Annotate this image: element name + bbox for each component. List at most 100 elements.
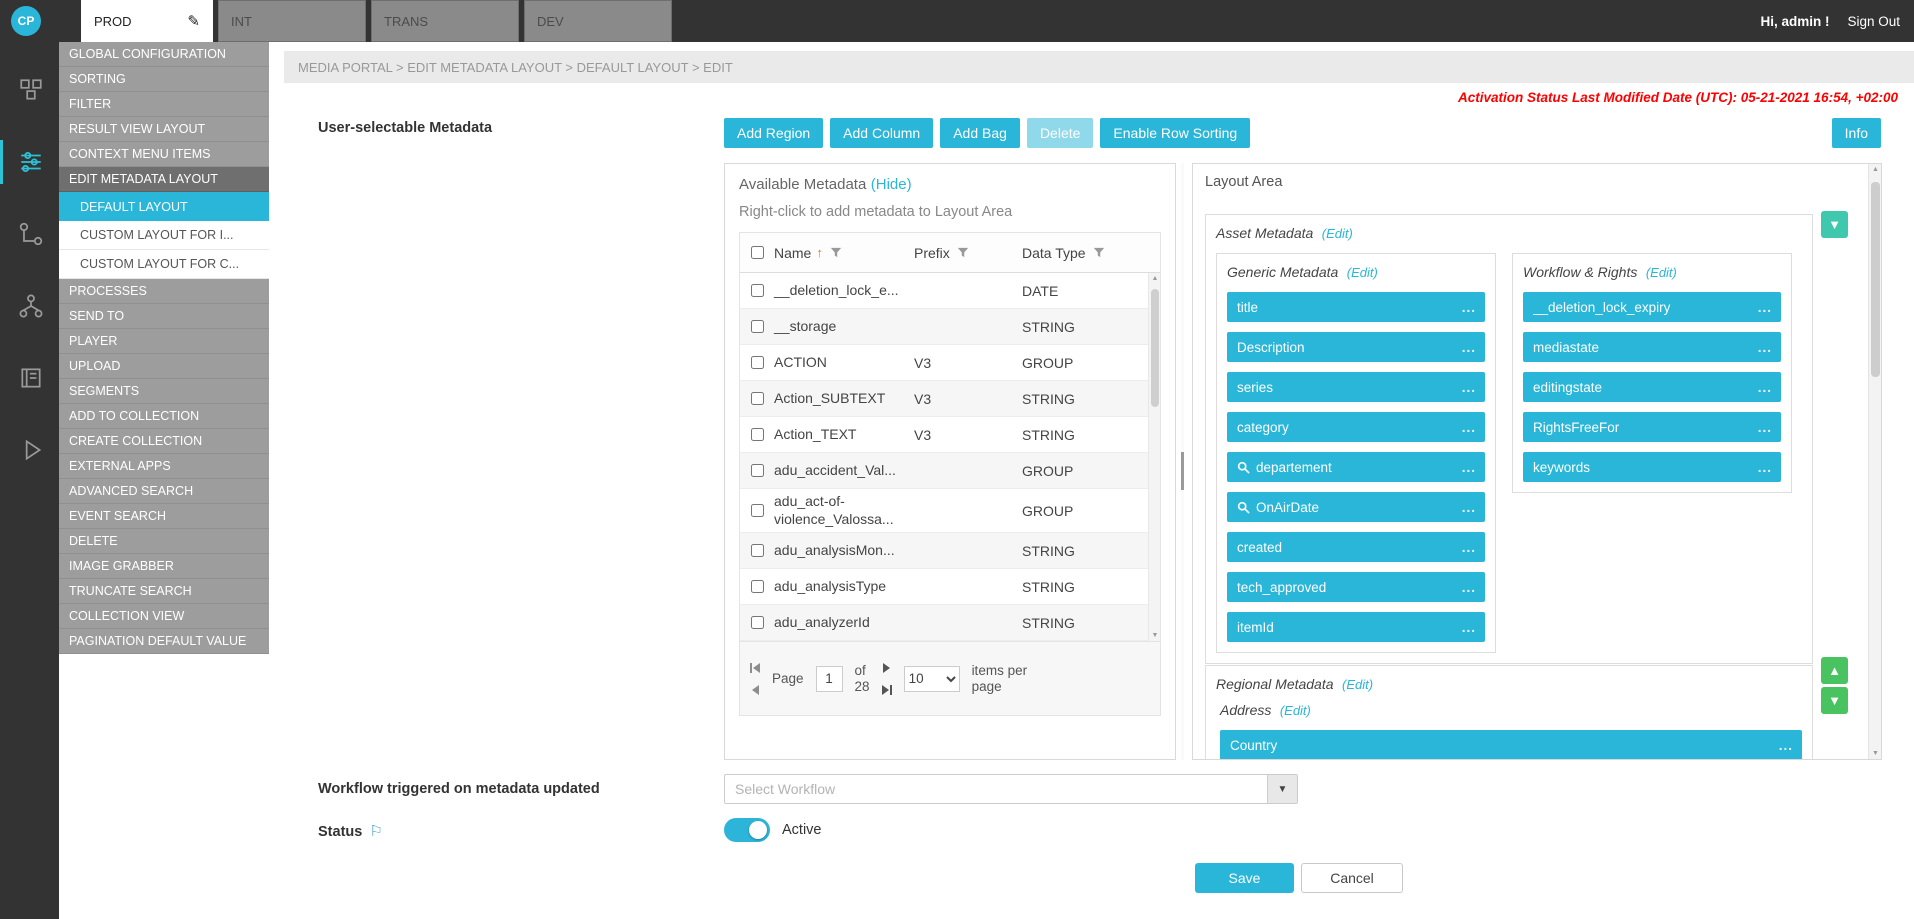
metadata-chip[interactable]: OnAirDate ... (1227, 492, 1485, 522)
sidebar-item[interactable]: CREATE COLLECTION (59, 429, 269, 454)
scroll-down-icon[interactable]: ▼ (1869, 750, 1882, 757)
metadata-chip[interactable]: departement ... (1227, 452, 1485, 482)
sidebar-item[interactable]: CUSTOM LAYOUT FOR C... (59, 250, 269, 279)
previous-page-button[interactable] (752, 685, 759, 695)
move-region-down-button[interactable]: ▼ (1821, 687, 1848, 714)
sidebar-item[interactable]: PROCESSES (59, 279, 269, 304)
metadata-chip[interactable]: title ... (1227, 292, 1485, 322)
page-number-input[interactable] (816, 666, 843, 692)
sidebar-item[interactable]: RESULT VIEW LAYOUT (59, 117, 269, 142)
chip-menu-icon[interactable]: ... (1758, 380, 1772, 395)
filter-icon[interactable] (830, 247, 842, 259)
row-checkbox[interactable] (751, 428, 764, 441)
column-header-name[interactable]: Name (774, 245, 811, 261)
row-checkbox[interactable] (751, 580, 764, 593)
row-checkbox[interactable] (751, 616, 764, 629)
page-size-select[interactable]: 10 (904, 666, 960, 692)
select-all-checkbox[interactable] (751, 246, 764, 259)
row-checkbox[interactable] (751, 464, 764, 477)
metadata-chip[interactable]: __deletion_lock_expiry ... (1523, 292, 1781, 322)
metadata-chip[interactable]: category ... (1227, 412, 1485, 442)
info-button[interactable]: Info (1832, 118, 1881, 148)
assets-icon[interactable] (0, 68, 59, 112)
add-column-button[interactable]: Add Column (830, 118, 933, 148)
sidebar-item[interactable]: FILTER (59, 92, 269, 117)
edit-link[interactable]: (Edit) (1280, 703, 1311, 718)
add-region-button[interactable]: Add Region (724, 118, 823, 148)
scroll-down-icon[interactable]: ▼ (1149, 632, 1161, 639)
process-icon[interactable] (0, 212, 59, 256)
metadata-chip[interactable]: itemId ... (1227, 612, 1485, 642)
metadata-chip[interactable]: RightsFreeFor ... (1523, 412, 1781, 442)
table-row[interactable]: __deletion_lock_e... DATE (740, 273, 1148, 309)
chip-menu-icon[interactable]: ... (1758, 460, 1772, 475)
last-page-button[interactable] (882, 685, 892, 695)
grid-scrollbar[interactable]: ▲ ▼ (1148, 273, 1160, 641)
chip-menu-icon[interactable]: ... (1462, 420, 1476, 435)
chip-menu-icon[interactable]: ... (1758, 340, 1772, 355)
sidebar-item[interactable]: COLLECTION VIEW (59, 604, 269, 629)
row-checkbox[interactable] (751, 356, 764, 369)
sidebar-item[interactable]: IMAGE GRABBER (59, 554, 269, 579)
environment-tab[interactable]: INT ✎ (218, 0, 366, 42)
layout-scrollbar[interactable]: ▲ ▼ (1868, 164, 1881, 759)
environment-tab[interactable]: DEV ✎ (524, 0, 672, 42)
row-checkbox[interactable] (751, 544, 764, 557)
sidebar-item[interactable]: SEND TO (59, 304, 269, 329)
move-section-down-button[interactable]: ▼ (1821, 211, 1848, 238)
chip-menu-icon[interactable]: ... (1462, 460, 1476, 475)
table-row[interactable]: adu_accident_Val... GROUP (740, 453, 1148, 489)
sidebar-item[interactable]: SORTING (59, 67, 269, 92)
sidebar-item[interactable]: CUSTOM LAYOUT FOR I... (59, 221, 269, 250)
sidebar-item[interactable]: CONTEXT MENU ITEMS (59, 142, 269, 167)
app-logo[interactable]: CP (11, 6, 41, 36)
hide-link[interactable]: (Hide) (871, 176, 912, 193)
chip-menu-icon[interactable]: ... (1462, 540, 1476, 555)
sign-out-link[interactable]: Sign Out (1847, 14, 1900, 29)
metadata-chip[interactable]: tech_approved ... (1227, 572, 1485, 602)
sidebar-item[interactable]: UPLOAD (59, 354, 269, 379)
environment-tab[interactable]: PROD ✎ (81, 0, 213, 42)
sidebar-item[interactable]: DEFAULT LAYOUT (59, 192, 269, 221)
catalog-icon[interactable] (0, 356, 59, 400)
admin-config-icon[interactable] (0, 140, 59, 184)
chip-menu-icon[interactable]: ... (1462, 380, 1476, 395)
row-checkbox[interactable] (751, 320, 764, 333)
metadata-chip[interactable]: mediastate ... (1523, 332, 1781, 362)
metadata-chip[interactable]: keywords ... (1523, 452, 1781, 482)
hierarchy-icon[interactable] (0, 284, 59, 328)
sidebar-item[interactable]: PAGINATION DEFAULT VALUE (59, 629, 269, 654)
enable-row-sorting-button[interactable]: Enable Row Sorting (1100, 118, 1250, 148)
table-row[interactable]: Action_TEXT V3 STRING (740, 417, 1148, 453)
chip-menu-icon[interactable]: ... (1758, 420, 1772, 435)
chevron-down-icon[interactable]: ▼ (1267, 775, 1297, 803)
sidebar-item[interactable]: ADD TO COLLECTION (59, 404, 269, 429)
sidebar-item[interactable]: EDIT METADATA LAYOUT (59, 167, 269, 192)
save-button[interactable]: Save (1195, 863, 1294, 893)
sidebar-item[interactable]: PLAYER (59, 329, 269, 354)
scrollbar-thumb[interactable] (1151, 289, 1159, 407)
cancel-button[interactable]: Cancel (1301, 863, 1403, 893)
edit-link[interactable]: (Edit) (1646, 265, 1677, 280)
column-header-datatype[interactable]: Data Type (1022, 245, 1086, 261)
column-header-prefix[interactable]: Prefix (914, 245, 950, 261)
splitter-handle[interactable] (1181, 452, 1184, 490)
metadata-chip[interactable]: editingstate ... (1523, 372, 1781, 402)
player-icon[interactable] (0, 428, 59, 472)
sidebar-item[interactable]: EXTERNAL APPS (59, 454, 269, 479)
row-checkbox[interactable] (751, 284, 764, 297)
workflow-select[interactable]: Select Workflow ▼ (724, 774, 1298, 804)
delete-button[interactable]: Delete (1027, 118, 1093, 148)
table-row[interactable]: adu_analysisMon... STRING (740, 533, 1148, 569)
chip-menu-icon[interactable]: ... (1462, 340, 1476, 355)
sidebar-item[interactable]: SEGMENTS (59, 379, 269, 404)
edit-link[interactable]: (Edit) (1322, 226, 1353, 241)
row-checkbox[interactable] (751, 504, 764, 517)
table-row[interactable]: Action_SUBTEXT V3 STRING (740, 381, 1148, 417)
row-checkbox[interactable] (751, 392, 764, 405)
metadata-chip[interactable]: Country ... (1220, 730, 1802, 760)
table-row[interactable]: ACTION V3 GROUP (740, 345, 1148, 381)
first-page-button[interactable] (750, 663, 760, 673)
edit-link[interactable]: (Edit) (1342, 677, 1373, 692)
scroll-up-icon[interactable]: ▲ (1149, 275, 1161, 282)
